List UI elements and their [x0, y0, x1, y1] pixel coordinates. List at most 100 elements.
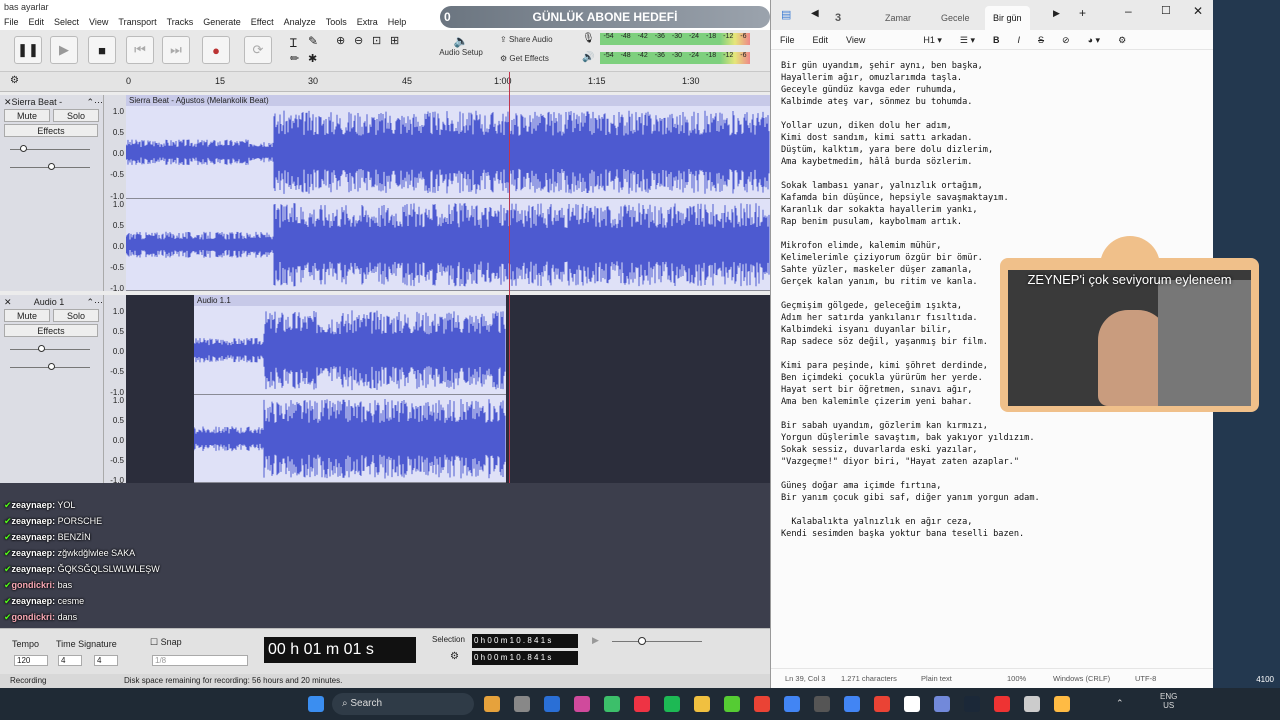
copilot-icon[interactable]: ◕ ▾ [1088, 30, 1100, 49]
effects-button-1[interactable]: Effects [4, 124, 98, 137]
taskbar-search[interactable]: ⌕ Search [332, 693, 474, 715]
selection-settings-icon[interactable]: ⚙ [450, 651, 459, 662]
settings-icon[interactable]: ⚙ [1118, 30, 1126, 49]
taskbar-app-icon[interactable] [904, 696, 920, 712]
ts-numerator[interactable]: 4 [58, 655, 82, 666]
multi-tool-icon[interactable]: ✱ [308, 52, 317, 65]
playback-meter[interactable]: -54 -48 -42 -36 -30 -24 -18 -12 -6 [600, 52, 750, 64]
selection-end[interactable]: 0 h 0 0 m 1 0 . 8 4 1 s [472, 651, 578, 665]
tab-gecele[interactable]: Gecele [933, 6, 978, 30]
time-display[interactable]: 00 h 01 m 01 s [264, 637, 416, 663]
track-close-icon[interactable]: ✕ [4, 95, 12, 109]
track-close-icon-2[interactable]: ✕ [4, 295, 12, 309]
taskbar-app-icon[interactable] [484, 696, 500, 712]
audacity-menu-edit[interactable]: Edit [29, 14, 45, 30]
heading-icon[interactable]: H1 ▾ [923, 30, 942, 49]
skip-start-button[interactable]: ⏮ [126, 36, 154, 64]
taskbar-app-icon[interactable] [874, 696, 890, 712]
menu-file[interactable]: File [780, 30, 795, 49]
get-effects-button[interactable]: ⚙ Get Effects [500, 54, 549, 63]
timeline-ruler[interactable]: ⚙ 0 15 30 45 1:00 1:15 1:30 [0, 72, 770, 92]
taskbar-app-icon[interactable] [544, 696, 560, 712]
tab-bir-gun[interactable]: Bir gün [985, 6, 1030, 30]
line-endings[interactable]: Windows (CRLF) [1053, 669, 1110, 689]
audacity-menu-tools[interactable]: Tools [326, 14, 347, 30]
bold-icon[interactable]: B [993, 30, 1000, 49]
tab-1[interactable]: 3 [827, 6, 849, 30]
collapse-icon[interactable]: ⌃⋯ [86, 95, 103, 109]
solo-button-2[interactable]: Solo [53, 309, 100, 322]
audacity-menu-view[interactable]: View [89, 14, 108, 30]
taskbar-app-icon[interactable] [574, 696, 590, 712]
close-icon[interactable]: ✕ [1193, 4, 1203, 18]
mute-button-2[interactable]: Mute [4, 309, 50, 322]
taskbar-app-icon[interactable] [664, 696, 680, 712]
maximize-icon[interactable]: ☐ [1161, 4, 1171, 17]
track-lane-2[interactable]: Audio 1.1 [126, 295, 770, 483]
solo-button-1[interactable]: Solo [53, 109, 100, 122]
clip-title-2[interactable]: Audio 1.1 [194, 295, 506, 306]
draw-tool-icon[interactable]: ✏ [290, 52, 299, 65]
taskbar-app-icon[interactable] [724, 696, 740, 712]
zoom-level[interactable]: 100% [1007, 669, 1026, 689]
tab-scroll-right-icon[interactable]: ▶ [1053, 8, 1060, 19]
fit-selection-icon[interactable]: ⊡ [372, 34, 381, 47]
menu-view[interactable]: View [846, 30, 865, 49]
audacity-menu-tracks[interactable]: Tracks [167, 14, 194, 30]
clip-title-1[interactable]: Sierra Beat - Ağustos (Melankolik Beat) [126, 95, 770, 106]
link-icon[interactable]: ⊘ [1062, 30, 1070, 49]
stop-button[interactable]: ■ [88, 36, 116, 64]
audacity-menu-analyze[interactable]: Analyze [284, 14, 316, 30]
pause-button[interactable]: ❚❚ [14, 36, 42, 64]
taskbar-app-icon[interactable] [814, 696, 830, 712]
speed-slider[interactable] [612, 641, 702, 642]
audacity-menu-extra[interactable]: Extra [357, 14, 378, 30]
record-meter[interactable]: -54 -48 -42 -36 -30 -24 -18 -12 -6 [600, 33, 750, 45]
taskbar-app-icon[interactable] [754, 696, 770, 712]
taskbar-app-icon[interactable] [964, 696, 980, 712]
zoom-in-icon[interactable]: ⊕ [336, 34, 345, 47]
audacity-menu-file[interactable]: File [4, 14, 19, 30]
share-audio-button[interactable]: ⇪ Share Audio [500, 35, 553, 44]
mute-button-1[interactable]: Mute [4, 109, 50, 122]
list-icon[interactable]: ☰ ▾ [960, 30, 975, 49]
taskbar-app-icon[interactable] [604, 696, 620, 712]
encoding[interactable]: UTF-8 [1135, 669, 1156, 689]
new-tab-icon[interactable]: + [1079, 6, 1086, 20]
italic-icon[interactable]: I [1018, 30, 1021, 49]
track-name-1[interactable]: Sierra Beat - Ağustos [12, 95, 87, 121]
audacity-menu-effect[interactable]: Effect [251, 14, 274, 30]
menu-edit[interactable]: Edit [813, 30, 829, 49]
taskbar-app-icon[interactable] [514, 696, 530, 712]
tray-chevron-icon[interactable]: ⌃ [1116, 698, 1124, 709]
minimize-icon[interactable]: – [1125, 4, 1132, 18]
loop-button[interactable]: ⟳ [244, 36, 272, 64]
record-button[interactable]: ● [202, 36, 230, 64]
ts-denominator[interactable]: 4 [94, 655, 118, 666]
taskbar-app-icon[interactable] [844, 696, 860, 712]
selection-start[interactable]: 0 h 0 0 m 1 0 . 8 4 1 s [472, 634, 578, 648]
envelope-tool-icon[interactable]: ✎ [308, 34, 318, 48]
taskbar-app-icon[interactable] [694, 696, 710, 712]
effects-button-2[interactable]: Effects [4, 324, 98, 337]
audacity-menu-transport[interactable]: Transport [118, 14, 156, 30]
taskbar-app-icon[interactable] [934, 696, 950, 712]
gain-pan-sliders-1[interactable] [0, 139, 103, 179]
play-button[interactable]: ▶ [50, 36, 78, 64]
tab-scroll-left-icon[interactable]: ◀ [811, 8, 819, 19]
taskbar-app-icon[interactable] [1054, 696, 1070, 712]
audacity-menu-generate[interactable]: Generate [203, 14, 241, 30]
select-tool-icon[interactable]: Ɪ [290, 34, 297, 51]
strikethrough-icon[interactable]: S [1038, 30, 1044, 49]
play-at-speed-icon[interactable]: ▶ [592, 635, 599, 646]
fit-project-icon[interactable]: ⊞ [390, 34, 399, 47]
windows-start-icon[interactable] [308, 696, 324, 712]
taskbar-app-icon[interactable] [784, 696, 800, 712]
taskbar-app-icon[interactable] [634, 696, 650, 712]
zoom-out-icon[interactable]: ⊖ [354, 34, 363, 47]
language-indicator[interactable]: ENG US [1160, 692, 1177, 710]
waveform-1[interactable] [126, 106, 770, 291]
taskbar-app-icon[interactable] [994, 696, 1010, 712]
track-lane-1[interactable]: Sierra Beat - Ağustos (Melankolik Beat) [126, 95, 770, 291]
taskbar-app-icon[interactable] [1024, 696, 1040, 712]
